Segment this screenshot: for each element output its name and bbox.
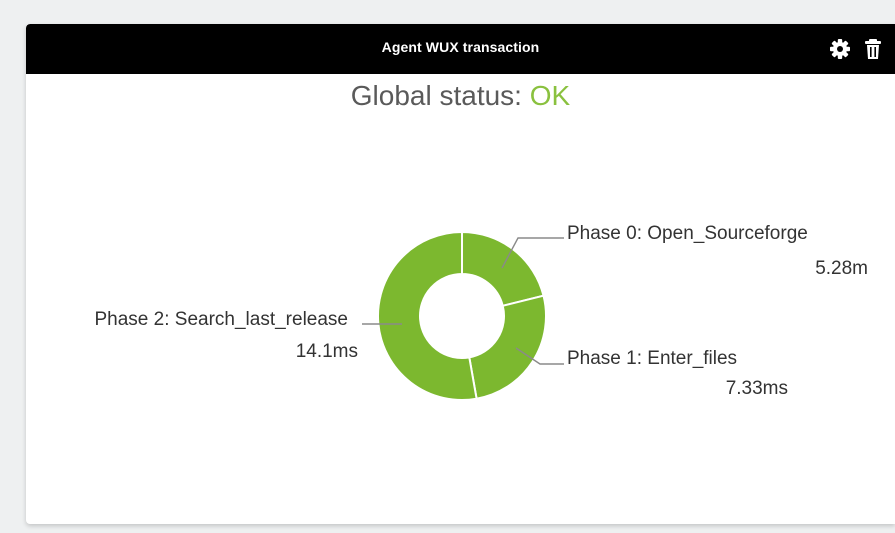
donut-slice-phase-0[interactable] (461, 230, 545, 308)
slice-label-phase-0: Phase 0: Open_Sourceforge (567, 223, 808, 244)
slice-value-phase-1: 7.33ms (725, 378, 788, 399)
donut-chart (362, 230, 564, 401)
slice-label-phase-1: Phase 1: Enter_files (567, 348, 738, 369)
donut-slice-phase-2[interactable] (377, 230, 478, 401)
slice-value-phase-0: 5.28m (815, 258, 868, 279)
wux-transaction-widget: Agent WUX transaction Global status: OK … (26, 24, 895, 524)
donut-slice-phase-1[interactable] (468, 294, 547, 400)
slice-label-phase-2: Phase 2: Search_last_release (94, 309, 349, 330)
slice-value-phase-2: 14.1ms (295, 341, 358, 362)
